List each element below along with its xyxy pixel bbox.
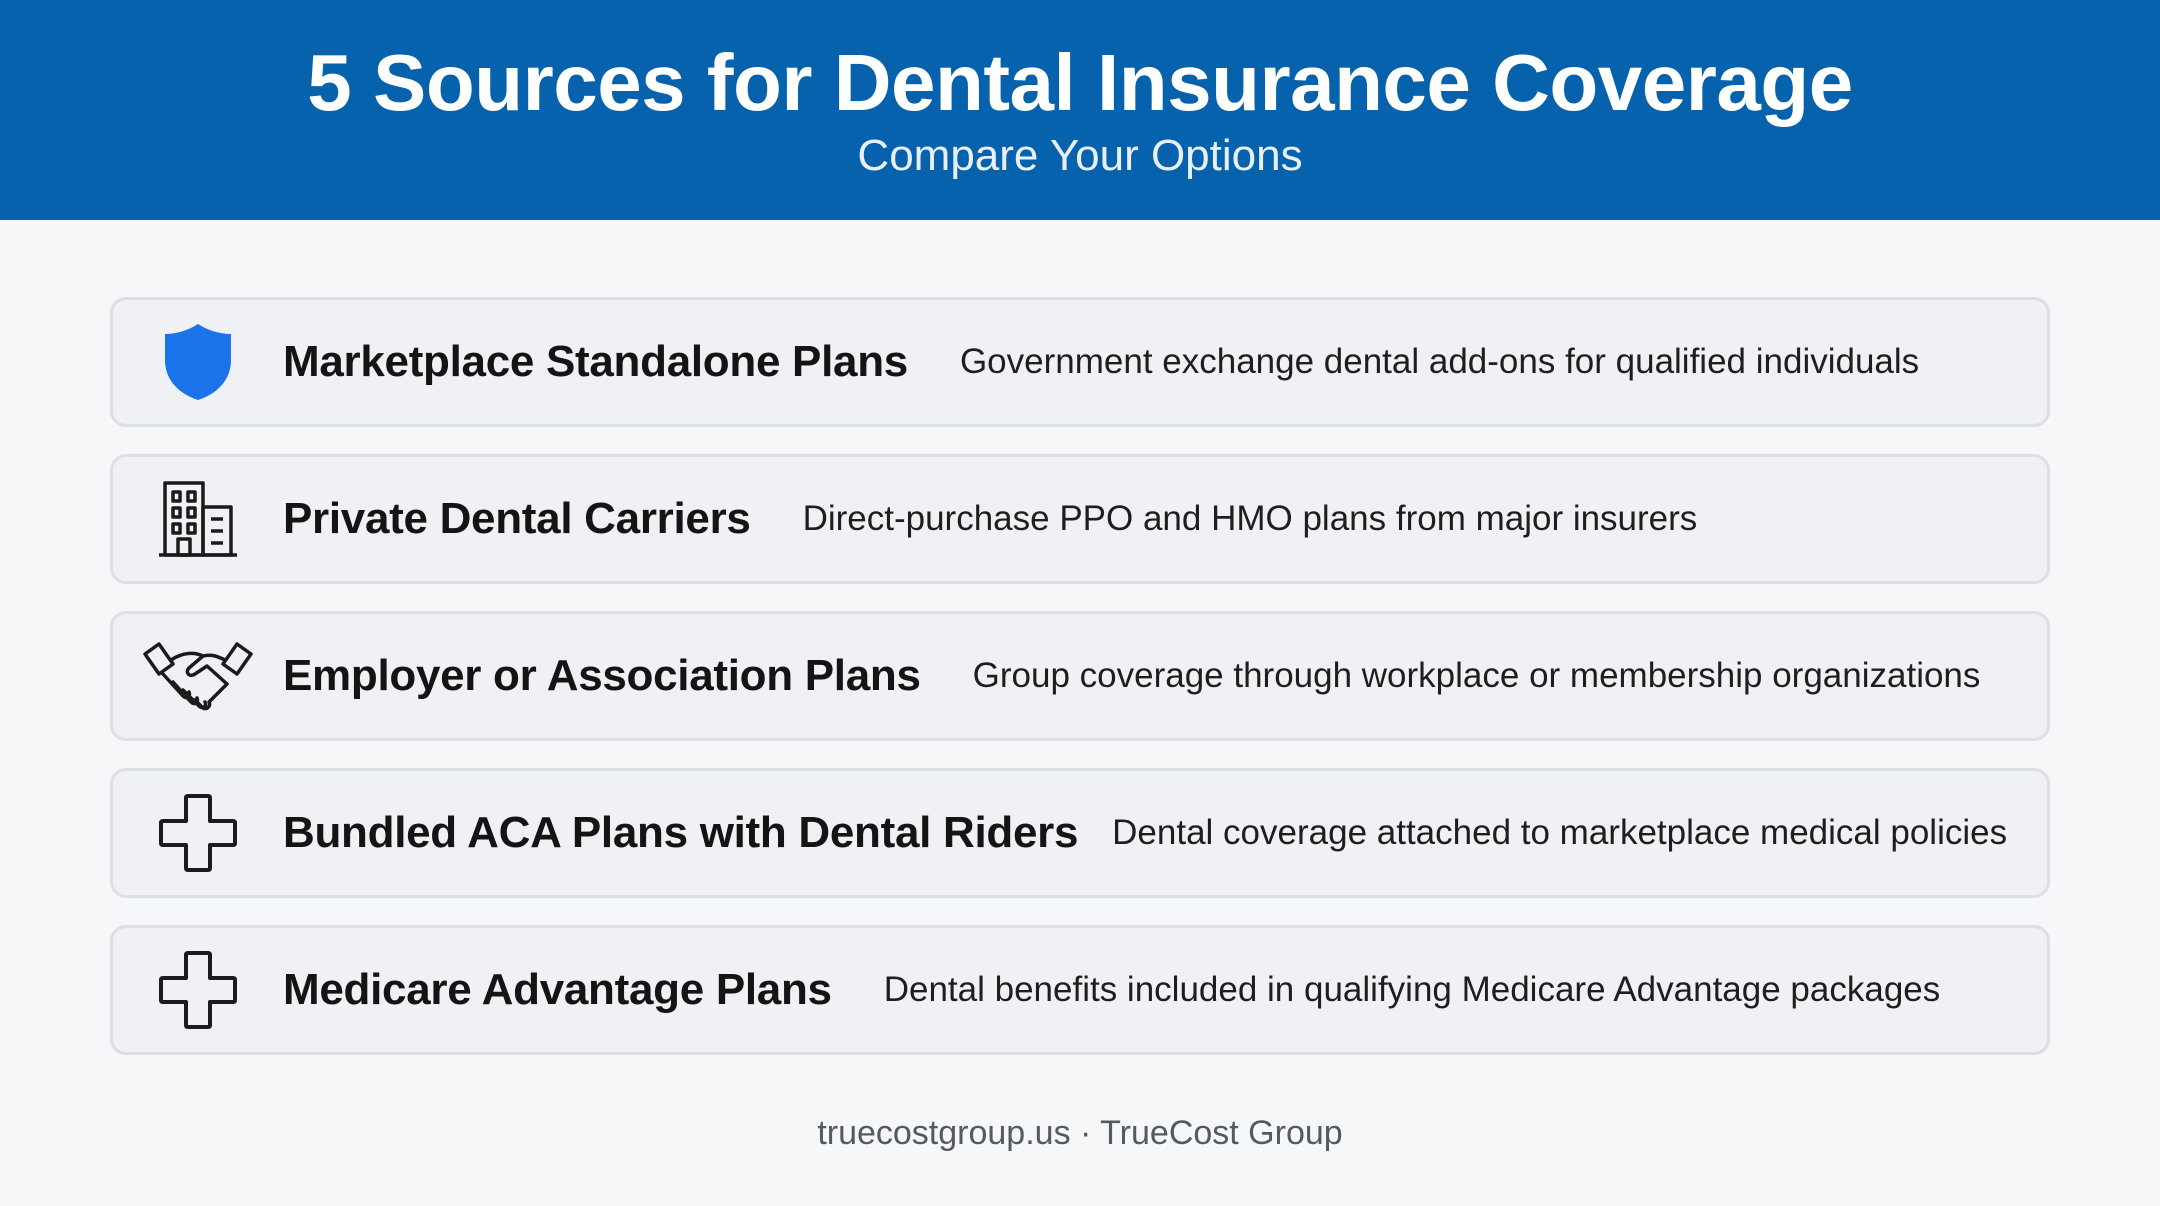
item-description: Group coverage through workplace or memb…	[972, 656, 1981, 695]
item-title: Employer or Association Plans	[283, 651, 921, 700]
footer-credit: truecostgroup.us · TrueCost Group	[817, 1114, 1343, 1152]
list-item-bundled-aca: Bundled ACA Plans with Dental Riders Den…	[110, 768, 2050, 898]
item-description: Dental benefits included in qualifying M…	[883, 970, 1941, 1009]
header-banner: 5 Sources for Dental Insurance Coverage …	[0, 0, 2160, 220]
item-title: Bundled ACA Plans with Dental Riders	[283, 808, 1079, 857]
medical-cross-icon	[113, 771, 283, 895]
item-title: Medicare Advantage Plans	[283, 965, 832, 1014]
page-subtitle: Compare Your Options	[857, 131, 1303, 180]
shield-icon	[113, 300, 283, 424]
list-item-private-carriers: Private Dental Carriers Direct-purchase …	[110, 454, 2050, 584]
handshake-icon	[113, 614, 283, 738]
list-item-employer: Employer or Association Plans Group cove…	[110, 611, 2050, 741]
item-title: Private Dental Carriers	[283, 494, 751, 543]
item-title: Marketplace Standalone Plans	[283, 337, 908, 386]
building-icon	[113, 457, 283, 581]
page-title: 5 Sources for Dental Insurance Coverage	[307, 38, 1853, 127]
item-description: Direct-purchase PPO and HMO plans from m…	[802, 499, 1698, 538]
medical-cross-icon	[113, 928, 283, 1052]
item-description: Dental coverage attached to marketplace …	[1112, 813, 2008, 852]
list-item-marketplace: Marketplace Standalone Plans Government …	[110, 297, 2050, 427]
coverage-source-list: Marketplace Standalone Plans Government …	[110, 297, 2050, 1082]
list-item-medicare-advantage: Medicare Advantage Plans Dental benefits…	[110, 925, 2050, 1055]
item-description: Government exchange dental add-ons for q…	[959, 342, 1920, 381]
